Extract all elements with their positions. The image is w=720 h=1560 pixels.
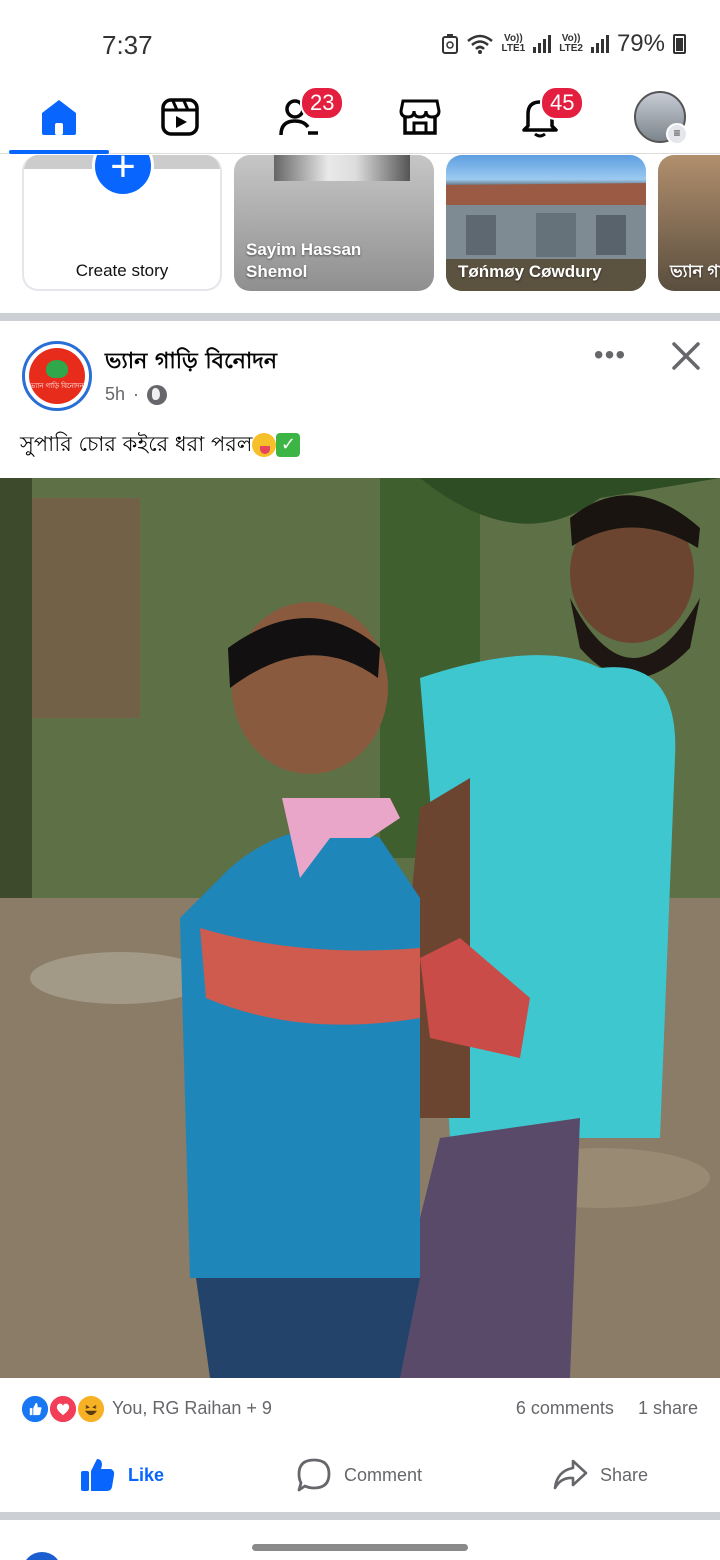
story-card[interactable]: Sayim Hassan Shemol [234, 155, 434, 291]
tab-video[interactable] [125, 80, 235, 154]
lte2-label: Vo)) LTE2 [559, 33, 583, 54]
caption-text: সুপারি চোর কইরে ধরা পরল [20, 432, 253, 456]
share-button[interactable]: Share [552, 1440, 648, 1510]
post-caption: সুপারি চোর কইরে ধরা পরল ✓ [20, 428, 301, 463]
post-actions: Like Comment Share [0, 1440, 720, 1510]
share-icon [553, 1459, 588, 1490]
reactors-text[interactable]: You, RG Raihan + 9 [112, 1398, 272, 1419]
comment-icon [297, 1458, 331, 1492]
signal-bars-2-icon [590, 35, 609, 53]
marketplace-icon [399, 99, 441, 135]
story-card[interactable]: Tøńmøy Cøwdury [446, 155, 646, 291]
tongue-emoji-icon [252, 433, 277, 457]
check-emoji-icon: ✓ [276, 433, 301, 457]
feed-divider [0, 313, 720, 321]
love-reaction-icon [48, 1394, 78, 1424]
home-indicator[interactable] [252, 1544, 468, 1551]
recycle-icon [441, 34, 458, 54]
comments-count[interactable]: 6 comments [516, 1398, 614, 1418]
stories-tray: + Create story Sayim Hassan Shemol Tøńmø… [0, 155, 720, 313]
home-icon [42, 100, 76, 135]
post-time[interactable]: 5h [105, 384, 125, 405]
page-avatar[interactable]: ভ্যান গাড়ি বিনোদন [22, 341, 92, 411]
story-author: Tøńmøy Cøwdury [458, 262, 602, 281]
status-icons: Vo)) LTE1 Vo)) LTE2 79% [441, 30, 686, 58]
friends-badge: 23 [300, 86, 345, 120]
story-card[interactable]: ভ্যান গা [658, 155, 720, 291]
globe-icon [147, 384, 168, 405]
avatar: ≡ [634, 91, 688, 145]
feed-divider [0, 1512, 720, 1520]
story-thumbnail [274, 155, 410, 181]
comment-label: Comment [344, 1464, 423, 1485]
tab-marketplace[interactable] [365, 80, 475, 154]
comment-button[interactable]: Comment [296, 1440, 422, 1510]
status-bar: 7:37 Vo)) LTE1 Vo)) LTE2 79% [0, 0, 720, 80]
signal-bars-1-icon [533, 35, 552, 53]
story-author: Sayim Hassan Shemol [246, 240, 362, 281]
more-options-button[interactable]: ••• [590, 340, 630, 370]
reaction-icons [20, 1394, 110, 1424]
photo-illustration [0, 478, 720, 1378]
share-label: Share [600, 1464, 649, 1485]
create-story-label: Create story [75, 261, 169, 280]
reactions-summary[interactable]: You, RG Raihan + 9 6 comments 1 share [0, 1380, 720, 1436]
plus-icon: + [92, 155, 154, 197]
engagement-counts: 6 comments 1 share [516, 1398, 698, 1419]
tab-profile-menu[interactable]: ≡ [605, 80, 715, 154]
create-story-card[interactable]: + Create story [22, 155, 222, 291]
post-meta: 5h · [105, 384, 168, 405]
like-label: Like [128, 1464, 165, 1485]
lte1-label: Vo)) LTE1 [501, 33, 526, 54]
tab-friends[interactable]: 23 [245, 80, 355, 154]
like-reaction-icon [20, 1394, 50, 1424]
meta-separator: · [133, 384, 140, 404]
close-icon [672, 342, 700, 370]
avatar-logo-text: ভ্যান গাড়ি বিনোদন [30, 383, 84, 390]
video-icon [161, 98, 199, 136]
like-button[interactable]: Like [80, 1440, 164, 1510]
post-photo[interactable] [0, 478, 720, 1378]
top-nav: 23 45 ≡ [0, 80, 720, 154]
notifications-badge: 45 [540, 86, 585, 120]
shares-count[interactable]: 1 share [638, 1398, 698, 1418]
next-post-avatar[interactable] [22, 1552, 62, 1560]
menu-icon: ≡ [666, 123, 688, 145]
story-author: ভ্যান গা [670, 262, 720, 281]
battery-icon [673, 34, 686, 54]
tab-home[interactable] [4, 80, 114, 154]
page-name[interactable]: ভ্যান গাড়ি বিনোদন [105, 344, 277, 381]
tab-notifications[interactable]: 45 [485, 80, 595, 154]
wifi-icon [466, 34, 493, 54]
haha-reaction-icon [76, 1394, 106, 1424]
hide-post-button[interactable] [666, 336, 706, 376]
battery-percent: 79% [616, 30, 665, 57]
thumbs-up-icon [81, 1459, 115, 1491]
logo-face-icon [46, 360, 68, 378]
status-time: 7:37 [102, 30, 153, 60]
